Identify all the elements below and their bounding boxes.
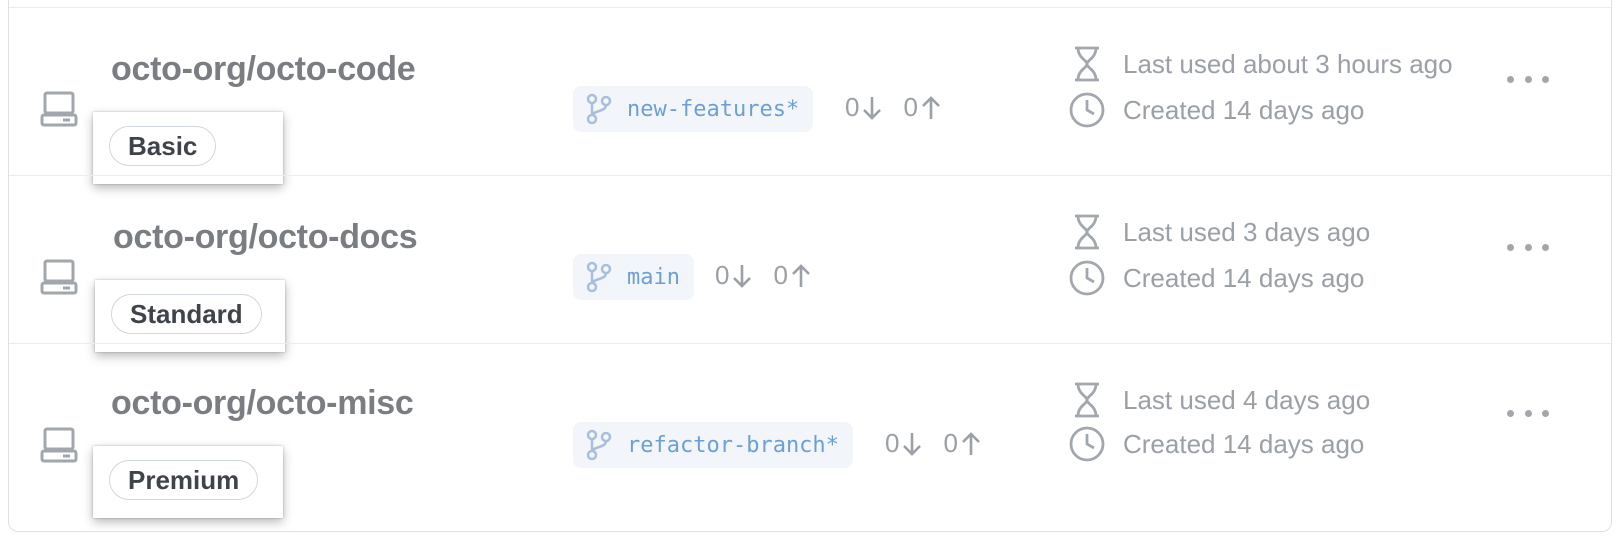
- clock-icon: [1069, 260, 1105, 296]
- branch-name: refactor-branch: [627, 432, 826, 458]
- more-options-button[interactable]: [1507, 232, 1549, 262]
- codespace-row[interactable]: octo-org/octo-docs Standard main 0 0 Las…: [9, 175, 1611, 352]
- codespace-computer-icon: [40, 259, 78, 295]
- behind-count: 0: [885, 428, 900, 458]
- last-used-info: Last used 4 days ago: [1067, 380, 1370, 420]
- repository-name[interactable]: octo-org/octo-code: [111, 50, 416, 89]
- more-options-button[interactable]: [1507, 64, 1549, 94]
- ahead-behind-counts: 0 0: [845, 92, 942, 123]
- last-used-text: Last used 3 days ago: [1123, 216, 1371, 247]
- hourglass-icon: [1075, 382, 1099, 418]
- last-used-info: Last used 3 days ago: [1067, 212, 1370, 252]
- codespace-row[interactable]: octo-org/octo-misc Premium refactor-bran…: [9, 343, 1611, 518]
- codespace-computer-icon: [40, 91, 78, 127]
- branch-dirty-marker: *: [825, 432, 839, 458]
- ahead-count: 0: [773, 260, 788, 290]
- kebab-horizontal-icon: [1507, 75, 1514, 83]
- branch-label[interactable]: new-features *: [573, 86, 814, 132]
- machine-type-callout: Standard: [95, 280, 285, 352]
- last-used-text: Last used about 3 hours ago: [1123, 48, 1453, 79]
- git-branch-icon: [586, 93, 612, 125]
- clock-icon: [1069, 92, 1105, 128]
- codespace-row[interactable]: octo-org/octo-code Basic new-features * …: [9, 7, 1611, 184]
- arrow-down-icon: [863, 96, 882, 120]
- behind-count: 0: [845, 92, 860, 122]
- last-used-info: Last used about 3 hours ago: [1067, 44, 1453, 84]
- ahead-behind-counts: 0 0: [885, 428, 982, 459]
- codespace-computer-icon: [40, 427, 78, 463]
- repository-name[interactable]: octo-org/octo-misc: [111, 384, 414, 423]
- created-info: Created 14 days ago: [1067, 424, 1364, 464]
- arrow-down-icon: [903, 432, 922, 456]
- git-branch-icon: [586, 261, 612, 293]
- repository-name[interactable]: octo-org/octo-docs: [113, 218, 418, 257]
- machine-type-badge: Standard: [111, 294, 262, 334]
- arrow-up-icon: [922, 95, 940, 119]
- behind-count: 0: [715, 260, 730, 290]
- created-info: Created 14 days ago: [1067, 90, 1364, 130]
- arrow-down-icon: [733, 264, 752, 288]
- created-info: Created 14 days ago: [1067, 258, 1364, 298]
- kebab-horizontal-icon: [1507, 243, 1514, 251]
- more-options-button[interactable]: [1507, 398, 1549, 428]
- ahead-count: 0: [943, 428, 958, 458]
- branch-dirty-marker: *: [785, 96, 800, 122]
- machine-type-badge: Premium: [109, 460, 259, 500]
- codespaces-list: octo-org/octo-code Basic new-features * …: [8, 0, 1612, 532]
- created-text: Created 14 days ago: [1123, 94, 1365, 125]
- ahead-behind-counts: 0 0: [715, 260, 812, 291]
- hourglass-icon: [1075, 46, 1099, 82]
- machine-type-callout: Premium: [93, 446, 283, 518]
- clock-icon: [1069, 426, 1105, 462]
- last-used-text: Last used 4 days ago: [1123, 384, 1371, 415]
- hourglass-icon: [1075, 214, 1099, 250]
- arrow-up-icon: [962, 431, 980, 455]
- ahead-count: 0: [903, 92, 918, 122]
- created-text: Created 14 days ago: [1123, 262, 1365, 293]
- branch-name: new-features: [627, 96, 786, 122]
- machine-type-badge: Basic: [109, 126, 217, 166]
- machine-type-callout: Basic: [93, 112, 283, 184]
- branch-label[interactable]: main: [573, 254, 694, 300]
- arrow-up-icon: [792, 263, 810, 287]
- branch-name: main: [627, 264, 680, 290]
- branch-label[interactable]: refactor-branch *: [573, 422, 853, 468]
- git-branch-icon: [586, 429, 612, 461]
- kebab-horizontal-icon: [1507, 409, 1514, 417]
- created-text: Created 14 days ago: [1123, 428, 1365, 459]
